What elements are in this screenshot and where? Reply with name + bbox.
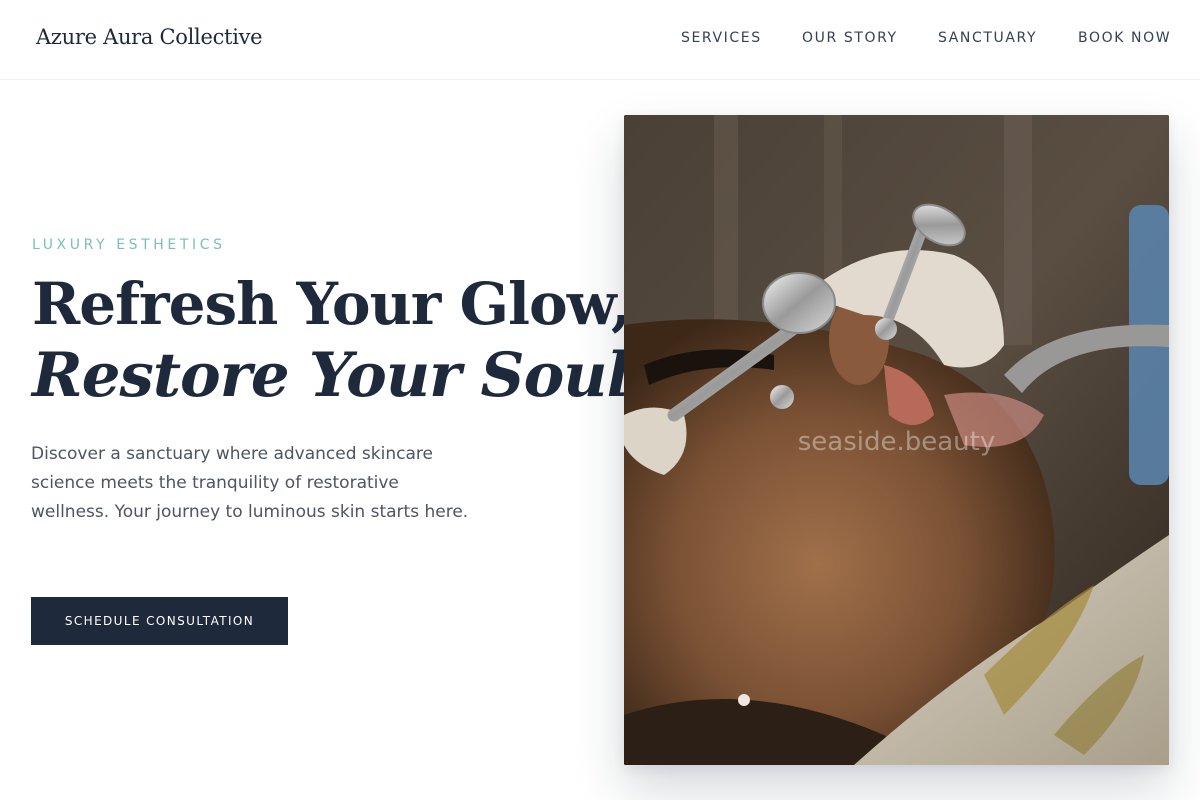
hero-image: seaside.beauty — [624, 115, 1169, 765]
hero-eyebrow: LUXURY ESTHETICS — [32, 237, 226, 253]
nav-link-book-now[interactable]: BOOK NOW — [1078, 30, 1171, 46]
nav-link-our-story[interactable]: OUR STORY — [802, 30, 898, 46]
hero-headline: Refresh Your Glow, Restore Your Soul. — [32, 268, 650, 412]
nav-link-services[interactable]: SERVICES — [681, 30, 762, 46]
headline-line-2: Restore Your Soul. — [32, 340, 650, 411]
nav-link-sanctuary[interactable]: SANCTUARY — [938, 30, 1037, 46]
headline-line-1: Refresh Your Glow, — [32, 270, 631, 338]
hero-description: Discover a sanctuary where advanced skin… — [31, 444, 469, 522]
image-watermark: seaside.beauty — [797, 427, 996, 457]
schedule-consultation-button[interactable]: SCHEDULE CONSULTATION — [31, 597, 288, 645]
brand-logo[interactable]: Azure Aura Collective — [36, 25, 263, 49]
top-navigation-bar: Azure Aura Collective SERVICES OUR STORY… — [0, 0, 1200, 80]
